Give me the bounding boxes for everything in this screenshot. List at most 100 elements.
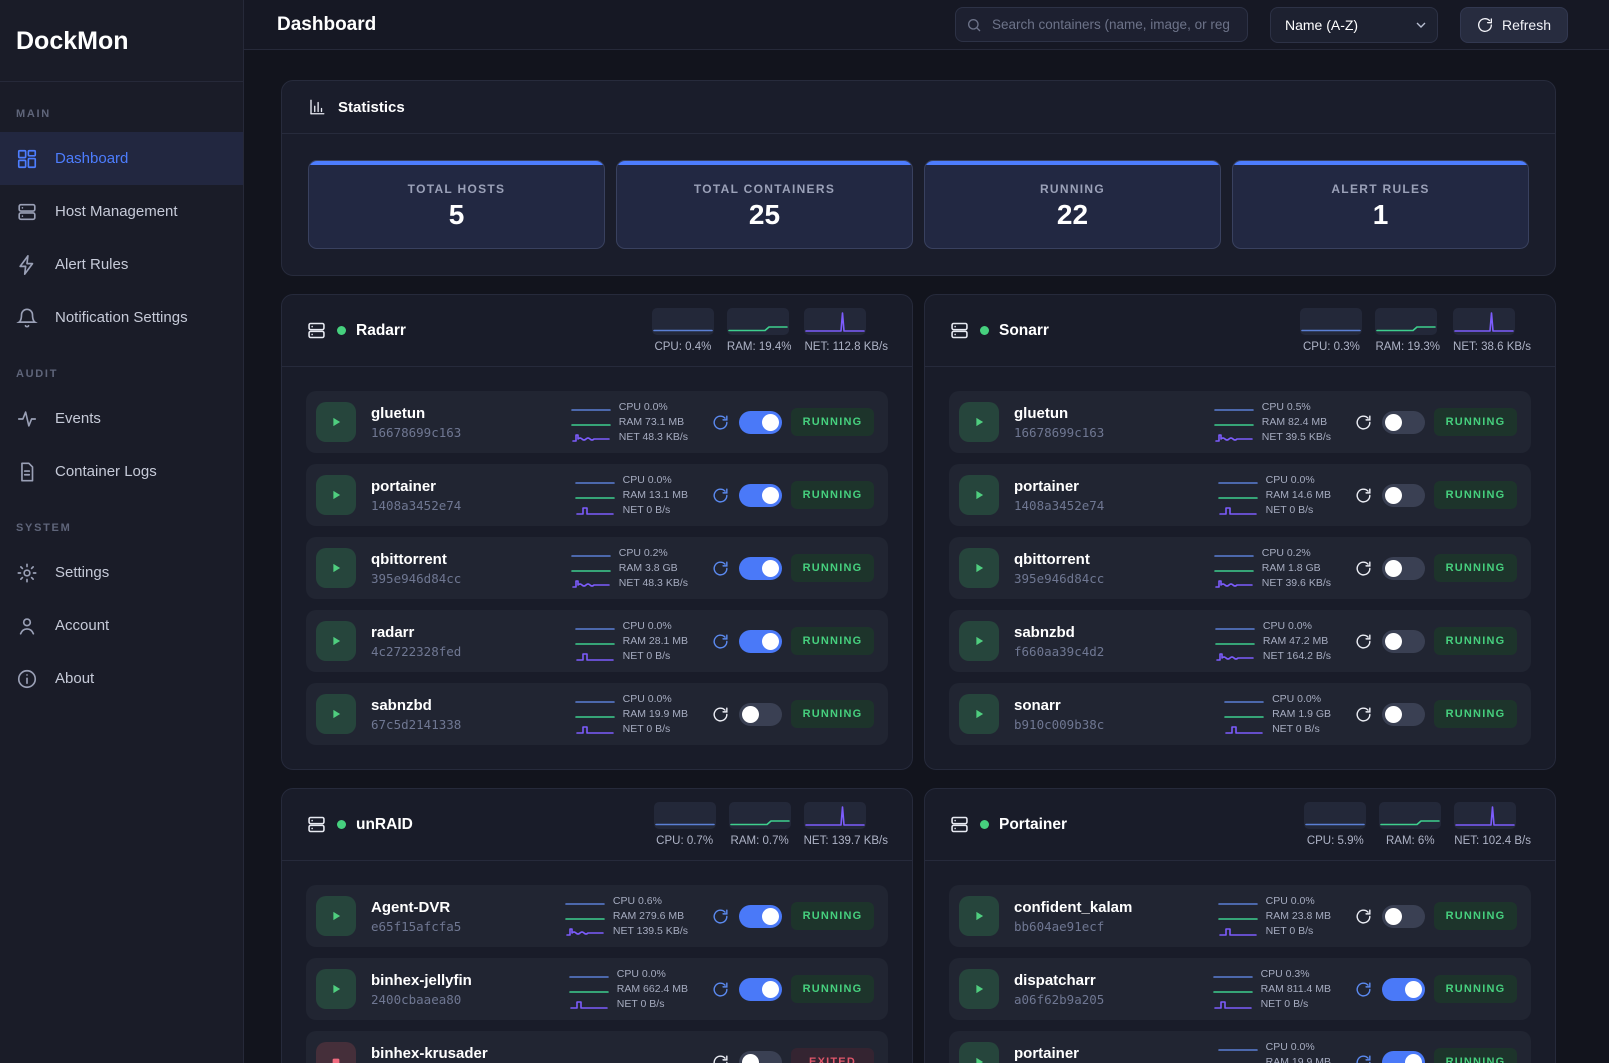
stop-button[interactable] (316, 1042, 356, 1063)
start-button[interactable] (959, 402, 999, 442)
container-row[interactable]: portainer1408a3452e74CPU 0.0%RAM 14.6 MB… (949, 464, 1531, 526)
sidebar-item-dashboard[interactable]: Dashboard (0, 132, 243, 185)
restart-button[interactable] (711, 980, 730, 999)
restart-button[interactable] (711, 486, 730, 505)
search-input[interactable] (955, 7, 1248, 42)
sidebar-item-host-management[interactable]: Host Management (0, 185, 243, 238)
host-net-sparkline (804, 308, 866, 335)
restart-button[interactable] (1354, 1053, 1373, 1063)
start-button[interactable] (959, 896, 999, 936)
container-cpu-label: CPU 0.2% (619, 547, 668, 559)
auto-restart-toggle[interactable] (739, 703, 782, 726)
start-button[interactable] (959, 969, 999, 1009)
container-row[interactable]: Agent-DVRe65f15afcfa5CPU 0.6%RAM 279.6 M… (306, 885, 888, 947)
container-row[interactable]: sonarrb910c009b38cCPU 0.0%RAM 1.9 GBNET … (949, 683, 1531, 745)
auto-restart-toggle[interactable] (739, 557, 782, 580)
host-title: Radarr (306, 320, 406, 341)
container-row[interactable]: gluetun16678699c163CPU 0.0%RAM 73.1 MBNE… (306, 391, 888, 453)
container-ram-sparkline (575, 709, 615, 720)
auto-restart-toggle[interactable] (1382, 905, 1425, 928)
sidebar-item-about[interactable]: About (0, 652, 243, 705)
host-card-header: RadarrCPU: 0.4%RAM: 19.4%NET: 112.8 KB/s (282, 295, 912, 367)
container-net-sparkline (575, 651, 615, 662)
container-row[interactable]: qbittorrent395e946d84ccCPU 0.2%RAM 3.8 G… (306, 537, 888, 599)
container-row[interactable]: portainer1408a3452e74CPU 0.0%RAM 13.1 MB… (306, 464, 888, 526)
auto-restart-toggle[interactable] (739, 411, 782, 434)
host-cpu-label: CPU: 0.3% (1300, 341, 1362, 353)
auto-restart-toggle[interactable] (1382, 1051, 1425, 1063)
start-button[interactable] (959, 475, 999, 515)
sidebar-item-account[interactable]: Account (0, 599, 243, 652)
host-net-label: NET: 102.4 B/s (1454, 835, 1531, 847)
restart-button[interactable] (1354, 413, 1373, 432)
container-row[interactable]: qbittorrent395e946d84ccCPU 0.2%RAM 1.8 G… (949, 537, 1531, 599)
container-row[interactable]: binhex-jellyfin2400cbaaea80CPU 0.0%RAM 6… (306, 958, 888, 1020)
host-sparklines: CPU: 5.9%RAM: 6%NET: 102.4 B/s (1304, 802, 1531, 847)
start-button[interactable] (316, 475, 356, 515)
auto-restart-toggle[interactable] (739, 905, 782, 928)
container-stats: CPU 0.0%RAM 1.9 GBNET 0 B/s (1224, 693, 1331, 736)
start-button[interactable] (959, 548, 999, 588)
container-row[interactable]: gluetun16678699c163CPU 0.5%RAM 82.4 MBNE… (949, 391, 1531, 453)
sidebar-item-alert-rules[interactable]: Alert Rules (0, 238, 243, 291)
auto-restart-toggle[interactable] (739, 484, 782, 507)
restart-button[interactable] (711, 907, 730, 926)
start-button[interactable] (316, 402, 356, 442)
restart-button[interactable] (711, 632, 730, 651)
container-info: portainerb89c9c71b069 (1014, 1045, 1104, 1063)
container-net-stat: NET 0 B/s (575, 650, 688, 663)
restart-button[interactable] (1354, 632, 1373, 651)
restart-button[interactable] (1354, 559, 1373, 578)
stat-card-accent-bar (617, 161, 912, 165)
start-button[interactable] (959, 1042, 999, 1063)
container-net-sparkline (565, 926, 605, 937)
auto-restart-toggle[interactable] (739, 1051, 782, 1063)
container-stats: CPU 0.2%RAM 1.8 GBNET 39.6 KB/s (1214, 547, 1331, 590)
restart-button[interactable] (1354, 980, 1373, 999)
container-row[interactable]: sabnzbd67c5d2141338CPU 0.0%RAM 19.9 MBNE… (306, 683, 888, 745)
auto-restart-toggle[interactable] (1382, 484, 1425, 507)
restart-button[interactable] (711, 705, 730, 724)
restart-button[interactable] (1354, 907, 1373, 926)
start-button[interactable] (959, 621, 999, 661)
host-card-header: PortainerCPU: 5.9%RAM: 6%NET: 102.4 B/s (925, 789, 1555, 861)
container-row[interactable]: binhex-krusader677d355b2a9bEXITED (306, 1031, 888, 1063)
auto-restart-toggle[interactable] (1382, 703, 1425, 726)
play-icon (327, 907, 345, 925)
container-row[interactable]: radarr4c2722328fedCPU 0.0%RAM 28.1 MBNET… (306, 610, 888, 672)
auto-restart-toggle[interactable] (1382, 411, 1425, 434)
container-row[interactable]: portainerb89c9c71b069CPU 0.0%RAM 19.9 MB… (949, 1031, 1531, 1063)
container-row[interactable]: confident_kalambb604ae91ecfCPU 0.0%RAM 2… (949, 885, 1531, 947)
sidebar-item-container-logs[interactable]: Container Logs (0, 445, 243, 498)
start-button[interactable] (316, 548, 356, 588)
restart-button[interactable] (711, 559, 730, 578)
start-button[interactable] (316, 969, 356, 1009)
restart-button[interactable] (1354, 486, 1373, 505)
auto-restart-toggle[interactable] (1382, 557, 1425, 580)
container-cpu-label: CPU 0.0% (1266, 1041, 1315, 1053)
start-button[interactable] (316, 694, 356, 734)
container-net-sparkline (1213, 999, 1253, 1010)
sidebar-item-notification-settings[interactable]: Notification Settings (0, 291, 243, 344)
container-row[interactable]: sabnzbdf660aa39c4d2CPU 0.0%RAM 47.2 MBNE… (949, 610, 1531, 672)
sort-select[interactable]: Name (A-Z) (1270, 7, 1438, 43)
container-ram-sparkline (1213, 984, 1253, 995)
start-button[interactable] (316, 896, 356, 936)
auto-restart-toggle[interactable] (739, 978, 782, 1001)
sidebar-item-settings[interactable]: Settings (0, 546, 243, 599)
refresh-button[interactable]: Refresh (1460, 7, 1568, 43)
auto-restart-toggle[interactable] (739, 630, 782, 653)
auto-restart-toggle[interactable] (1382, 978, 1425, 1001)
sidebar-item-events[interactable]: Events (0, 392, 243, 445)
start-button[interactable] (959, 694, 999, 734)
restart-button[interactable] (711, 1053, 730, 1063)
container-stats: CPU 0.0%RAM 14.6 MBNET 0 B/s (1218, 474, 1331, 517)
host-name: Radarr (356, 322, 406, 340)
restart-button[interactable] (711, 413, 730, 432)
container-cpu-sparkline (1215, 621, 1255, 632)
auto-restart-toggle[interactable] (1382, 630, 1425, 653)
start-button[interactable] (316, 621, 356, 661)
restart-button[interactable] (1354, 705, 1373, 724)
host-cpu-sparkline (652, 308, 714, 335)
container-row[interactable]: dispatcharra06f62b9a205CPU 0.3%RAM 811.4… (949, 958, 1531, 1020)
